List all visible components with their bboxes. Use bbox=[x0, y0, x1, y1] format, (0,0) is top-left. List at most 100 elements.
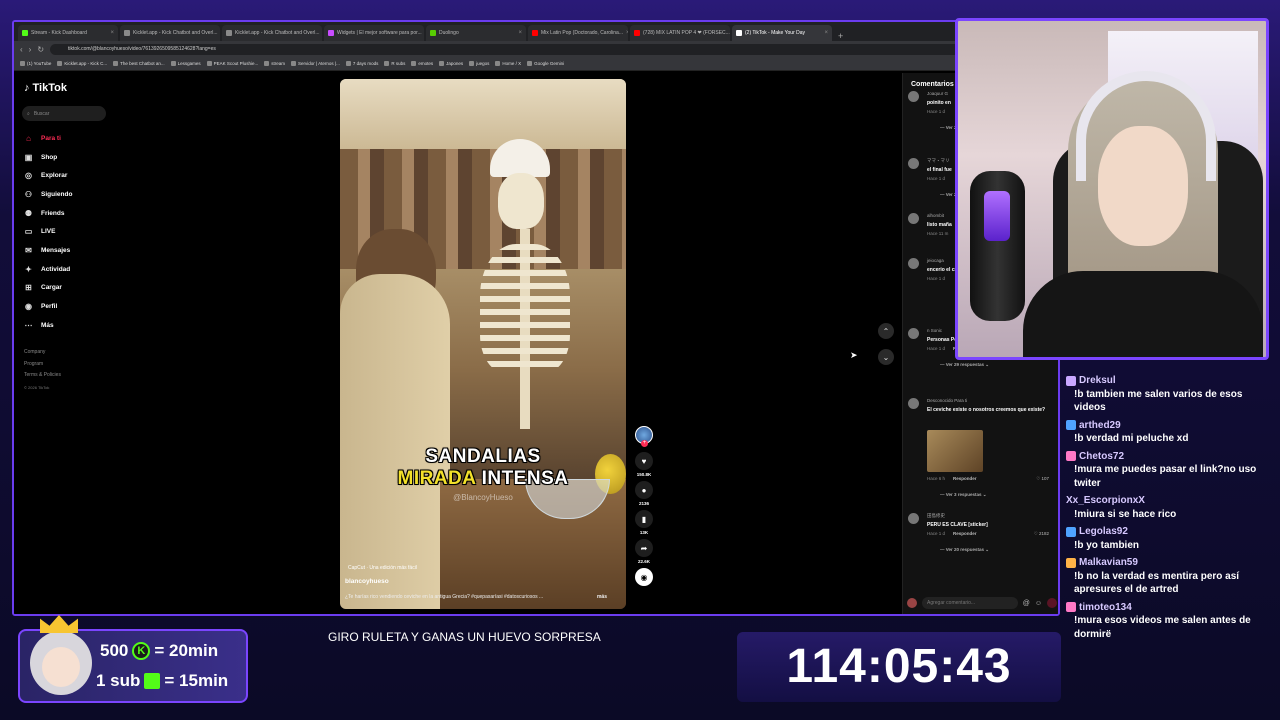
next-video-button[interactable]: ⌄ bbox=[878, 349, 894, 365]
author-avatar[interactable]: + bbox=[635, 426, 653, 447]
view-replies-button[interactable]: — Ver 29 respuestas ⌄ bbox=[940, 362, 989, 368]
bookmark-item[interactable]: PEAK Scout Plushie... bbox=[206, 61, 258, 66]
tiktok-logo[interactable]: ♪ TikTok bbox=[24, 82, 67, 94]
bookmark-item[interactable]: juegos bbox=[469, 61, 489, 66]
chat-username[interactable]: Xx_EscorpionxX bbox=[1066, 494, 1276, 508]
sidebar-item-live[interactable]: ▭ LIVE bbox=[24, 222, 72, 241]
sidebar-item-bag[interactable]: ▣ Shop bbox=[24, 148, 72, 167]
sidebar-item-dots[interactable]: ⋯ Más bbox=[24, 316, 72, 335]
chat-username[interactable]: Chetos72 bbox=[1066, 450, 1276, 464]
commenter-avatar[interactable] bbox=[908, 328, 919, 339]
browser-tab[interactable]: (728) MIX LATIN POP 4 ❤ (FORSEC...× bbox=[630, 25, 730, 41]
chat-username[interactable]: Dreksul bbox=[1066, 374, 1276, 388]
video-author[interactable]: blancoyhueso bbox=[345, 578, 389, 585]
send-icon[interactable] bbox=[1047, 598, 1057, 608]
reply-button[interactable]: Responder bbox=[953, 531, 977, 536]
bookmark-item[interactable]: stream bbox=[264, 61, 285, 66]
back-icon[interactable]: ‹ bbox=[20, 45, 23, 54]
heart-icon[interactable]: ♥ bbox=[635, 452, 653, 470]
comment-image bbox=[927, 430, 983, 472]
close-tab-icon[interactable]: × bbox=[626, 30, 628, 36]
comment-user[interactable]: n Sonic bbox=[927, 328, 942, 333]
bookmark-item[interactable]: Google Gemini bbox=[527, 61, 564, 66]
bookmark-item[interactable]: (1) YouTube bbox=[20, 61, 51, 66]
bookmark-item[interactable]: The best Chatbot an... bbox=[113, 61, 165, 66]
video-player[interactable]: SANDALIAS MIRADA INTENSA @BlancoyHueso C… bbox=[340, 79, 626, 609]
bookmark-item[interactable]: Servidor | Aternos |... bbox=[290, 61, 340, 66]
browser-tab[interactable]: Stream - Kick Dashboard × bbox=[18, 25, 118, 41]
bookmark-item[interactable]: R subs bbox=[384, 61, 405, 66]
commenter-avatar[interactable] bbox=[908, 213, 919, 224]
close-tab-icon[interactable]: × bbox=[110, 30, 114, 36]
comment-user[interactable]: 田島修史 bbox=[927, 513, 945, 519]
browser-tab[interactable]: Kicklet.app - Kick Chatbot and Overl...× bbox=[222, 25, 322, 41]
sidebar-item-compass[interactable]: ◎ Explorar bbox=[24, 166, 72, 185]
commenter-avatar[interactable] bbox=[908, 513, 919, 524]
mouse-cursor-icon: ➤ bbox=[850, 350, 858, 360]
commenter-avatar[interactable] bbox=[908, 91, 919, 102]
footer-link[interactable]: Company bbox=[24, 347, 61, 359]
bookmark-item[interactable]: 7 days mods bbox=[345, 61, 378, 66]
mention-icon[interactable]: @ bbox=[1023, 600, 1030, 607]
sidebar-item-friends[interactable]: ⚉ Friends bbox=[24, 204, 72, 223]
bookmark-item[interactable]: Lessgames bbox=[170, 61, 201, 66]
sidebar-item-users[interactable]: ⚇ Siguiendo bbox=[24, 185, 73, 204]
music-disc-icon[interactable]: ◉ bbox=[635, 568, 653, 586]
bookmark-item[interactable]: emotes bbox=[411, 61, 433, 66]
reply-button[interactable]: Responder bbox=[953, 476, 977, 481]
commenter-avatar[interactable] bbox=[908, 398, 919, 409]
footer-link[interactable]: Program bbox=[24, 359, 61, 371]
more-link[interactable]: más bbox=[597, 594, 607, 600]
bookmark-item[interactable]: Kicklet.app - Kick C... bbox=[57, 61, 107, 66]
comment-user[interactable]: alhombit bbox=[927, 213, 944, 218]
close-tab-icon[interactable]: × bbox=[518, 30, 522, 36]
new-tab-icon[interactable]: + bbox=[834, 31, 847, 41]
search-input[interactable]: ⌕ Buscar bbox=[22, 106, 106, 121]
add-comment-input[interactable]: Agregar comentario... bbox=[922, 597, 1018, 609]
previous-video-button[interactable]: ⌃ bbox=[878, 323, 894, 339]
share-icon[interactable]: ➦ bbox=[635, 539, 653, 557]
footer-link[interactable]: Terms & Policies bbox=[24, 370, 61, 382]
bookmark-icon[interactable]: ▮ bbox=[635, 510, 653, 528]
comment-like[interactable]: ♡ 2182 bbox=[1034, 531, 1049, 537]
sidebar-item-bell[interactable]: ✦ Actividad bbox=[24, 260, 72, 279]
sidebar-item-plus[interactable]: ⊞ Cargar bbox=[24, 279, 72, 298]
sidebar-item-person[interactable]: ◉ Perfil bbox=[24, 297, 72, 316]
view-replies-button[interactable]: — Ver 20 respuestas ⌄ bbox=[940, 547, 989, 553]
view-replies-button[interactable]: — Ver 3 respuestas ⌄ bbox=[940, 492, 987, 498]
reload-icon[interactable]: ↻ bbox=[37, 45, 44, 54]
forward-icon[interactable]: › bbox=[29, 45, 32, 54]
comment-user[interactable]: Desconocido Para ti bbox=[927, 398, 967, 403]
browser-tab[interactable]: (2) TikTok - Make Your Day × bbox=[732, 25, 832, 41]
browser-tab[interactable]: Kicklet.app - Kick Chatbot and Overl...× bbox=[120, 25, 220, 41]
chat-username[interactable]: Legolas92 bbox=[1066, 525, 1276, 539]
comment-user[interactable]: Joaquur G bbox=[927, 91, 948, 96]
bookmark-item[interactable]: Japones bbox=[439, 61, 463, 66]
tab-label: Kicklet.app - Kick Chatbot and Overl... bbox=[235, 30, 320, 36]
logo-text: TikTok bbox=[32, 82, 67, 94]
comment-icon[interactable]: ● bbox=[635, 481, 653, 499]
follow-plus-icon[interactable]: + bbox=[641, 440, 648, 447]
capcut-tag[interactable]: CapCut · Una edición más fácil bbox=[348, 565, 417, 571]
chat-username[interactable]: Malkavian59 bbox=[1066, 556, 1276, 570]
url-input[interactable]: tiktok.com/@blancoyhueso/video/761392650… bbox=[50, 43, 1038, 55]
chat-username[interactable]: arthed29 bbox=[1066, 419, 1276, 433]
comment-time: Hace 1 d bbox=[927, 346, 946, 351]
bookmark-item[interactable]: Home / X bbox=[495, 61, 521, 66]
sidebar-item-home[interactable]: ⌂ Para ti bbox=[24, 129, 72, 148]
commenter-avatar[interactable] bbox=[908, 258, 919, 269]
comment-like[interactable]: ♡ 107 bbox=[1036, 476, 1049, 482]
comment-user[interactable]: ママ・マリ bbox=[927, 158, 950, 164]
sidebar-item-message[interactable]: ✉ Mensajes bbox=[24, 241, 72, 260]
chat-username[interactable]: timoteo134 bbox=[1066, 601, 1276, 615]
commenter-avatar[interactable] bbox=[908, 158, 919, 169]
browser-tab[interactable]: Widgets | El mejor software para por...× bbox=[324, 25, 424, 41]
comment-user[interactable]: jeiocaga bbox=[927, 258, 944, 263]
emoji-icon[interactable]: ☺ bbox=[1035, 600, 1042, 607]
chat-message: Malkavian59 !b no la verdad es mentira pe… bbox=[1066, 556, 1276, 597]
chat-text: !mura esos videos me salen antes de dorm… bbox=[1074, 615, 1251, 640]
close-tab-icon[interactable]: × bbox=[824, 30, 828, 36]
sidebar-item-label: LIVE bbox=[41, 228, 56, 236]
browser-tab[interactable]: Duolingo × bbox=[426, 25, 526, 41]
browser-tab[interactable]: Mix Latin Pop (Doctorado, Carolina...× bbox=[528, 25, 628, 41]
